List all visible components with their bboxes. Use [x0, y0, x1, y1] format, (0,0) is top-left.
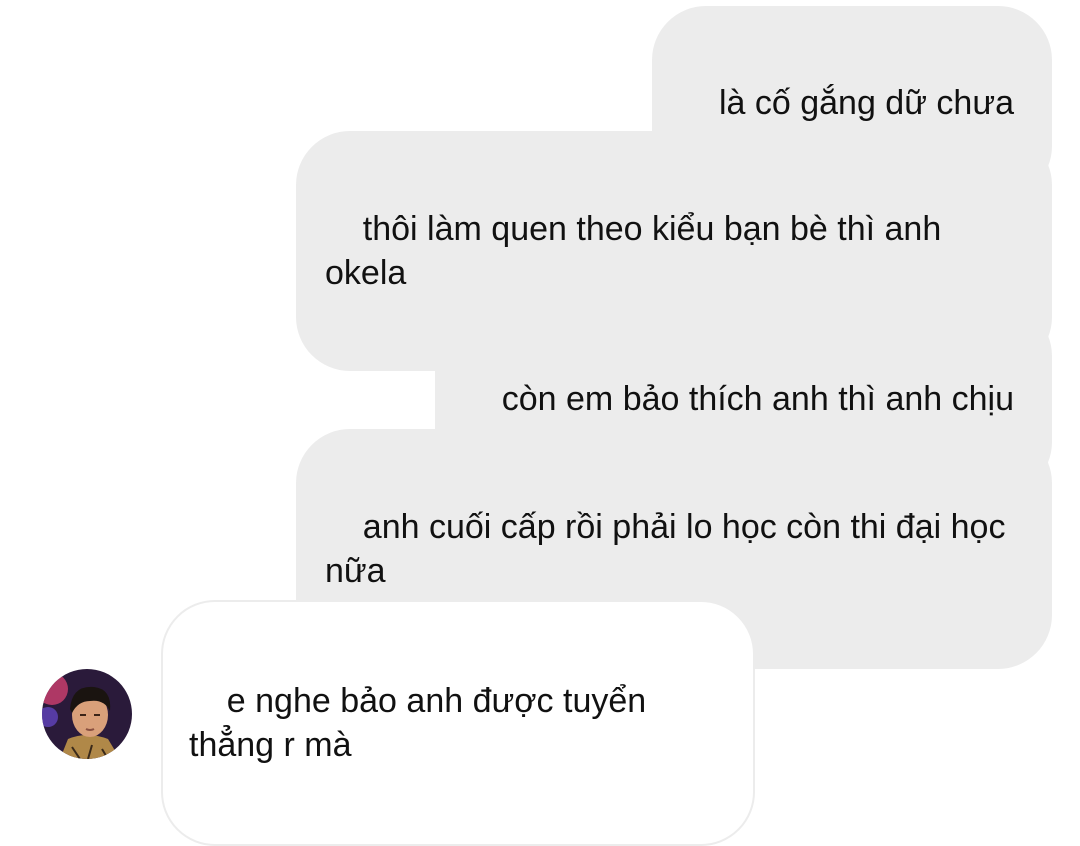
contact-avatar[interactable]	[42, 669, 132, 759]
message-text: là cố gắng dữ chưa	[718, 84, 1014, 122]
message-text: e nghe bảo anh được tuyển thẳng r mà	[189, 682, 656, 764]
contact-avatar-photo-icon	[42, 669, 132, 759]
message-text: anh cuối cấp rồi phải lo học còn thi đại…	[325, 508, 1015, 590]
message-text: còn em bảo thích anh thì anh chịu	[501, 380, 1014, 418]
chat-thread: là cố gắng dữ chưa thôi làm quen theo ki…	[0, 0, 1080, 846]
message-bubble-received[interactable]: e nghe bảo anh được tuyển thẳng r mà	[161, 600, 755, 846]
message-text: thôi làm quen theo kiểu bạn bè thì anh o…	[325, 210, 951, 292]
